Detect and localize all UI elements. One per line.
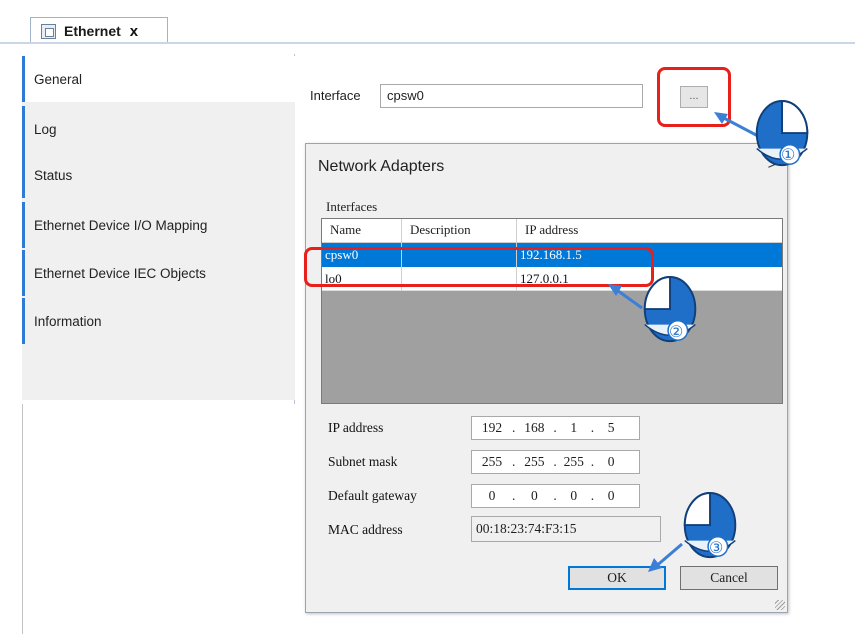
- close-icon[interactable]: x: [130, 23, 138, 40]
- ip-octet: 192: [481, 420, 503, 435]
- callout-number: ②: [669, 324, 684, 341]
- gw-octet: 0: [488, 488, 496, 503]
- mac-address-label: MAC address: [328, 522, 403, 537]
- callout-number: ①: [781, 147, 796, 164]
- sidebar-item-iec-objects[interactable]: Ethernet Device IEC Objects: [22, 250, 295, 296]
- mask-octet: 255: [563, 454, 584, 469]
- gw-octet: 0: [607, 488, 615, 503]
- ip-octet: 5: [607, 420, 615, 435]
- ip-address-field[interactable]: 192. 168. 1. 5: [471, 416, 640, 440]
- device-icon: [41, 23, 56, 39]
- tab-ethernet[interactable]: Ethernet x: [30, 17, 168, 44]
- sidebar-item-label: General: [34, 71, 83, 87]
- ip-octet: 168: [524, 420, 545, 435]
- interface-label: Interface: [310, 88, 361, 103]
- interfaces-group-label: Interfaces: [326, 199, 378, 214]
- ip-octet: 1: [570, 420, 578, 435]
- interface-field[interactable]: cpsw0: [380, 84, 643, 108]
- mask-octet: 255: [524, 454, 545, 469]
- sidebar-item-log[interactable]: Log: [22, 106, 295, 152]
- subnet-mask-label: Subnet mask: [328, 454, 398, 469]
- gw-octet: 0: [570, 488, 578, 503]
- cancel-button[interactable]: Cancel: [680, 566, 778, 590]
- subnet-mask-field[interactable]: 255. 255. 255. 0: [471, 450, 640, 474]
- mask-octet: 0: [607, 454, 615, 469]
- sidebar-item-general[interactable]: General: [22, 56, 295, 102]
- tab-divider: [0, 42, 855, 44]
- sidebar-item-io-mapping[interactable]: Ethernet Device I/O Mapping: [22, 202, 295, 248]
- sidebar-item-status[interactable]: Status: [22, 152, 295, 198]
- resize-grip-icon[interactable]: [775, 600, 785, 610]
- mac-address-field: 00:18:23:74:F3:15: [471, 516, 661, 542]
- column-header-name[interactable]: Name: [322, 219, 402, 243]
- gw-octet: 0: [531, 488, 538, 503]
- sidebar-item-label: Information: [34, 313, 102, 329]
- tab-title: Ethernet: [64, 23, 121, 39]
- mask-octet: 255: [481, 454, 503, 469]
- default-gateway-field[interactable]: 0. 0. 0. 0: [471, 484, 640, 508]
- dialog-title: Network Adapters: [318, 158, 445, 175]
- sidebar-item-label: Ethernet Device I/O Mapping: [34, 217, 208, 233]
- column-header-ip[interactable]: IP address: [517, 219, 782, 243]
- sidebar-item-label: Log: [34, 121, 57, 137]
- table-header: Name Description IP address: [322, 219, 782, 243]
- default-gateway-label: Default gateway: [328, 488, 417, 503]
- interfaces-table: Name Description IP address cpsw0 192.16…: [321, 218, 783, 404]
- callout-number: ③: [709, 540, 724, 557]
- sidebar-item-label: Status: [34, 167, 73, 183]
- sidebar-item-label: Ethernet Device IEC Objects: [34, 265, 206, 281]
- column-header-description[interactable]: Description: [402, 219, 517, 243]
- editor-tab-bar: Ethernet x: [0, 0, 855, 44]
- ip-address-label: IP address: [328, 420, 384, 435]
- highlight-selected-row: [304, 247, 654, 287]
- sidebar-item-information[interactable]: Information: [22, 298, 295, 344]
